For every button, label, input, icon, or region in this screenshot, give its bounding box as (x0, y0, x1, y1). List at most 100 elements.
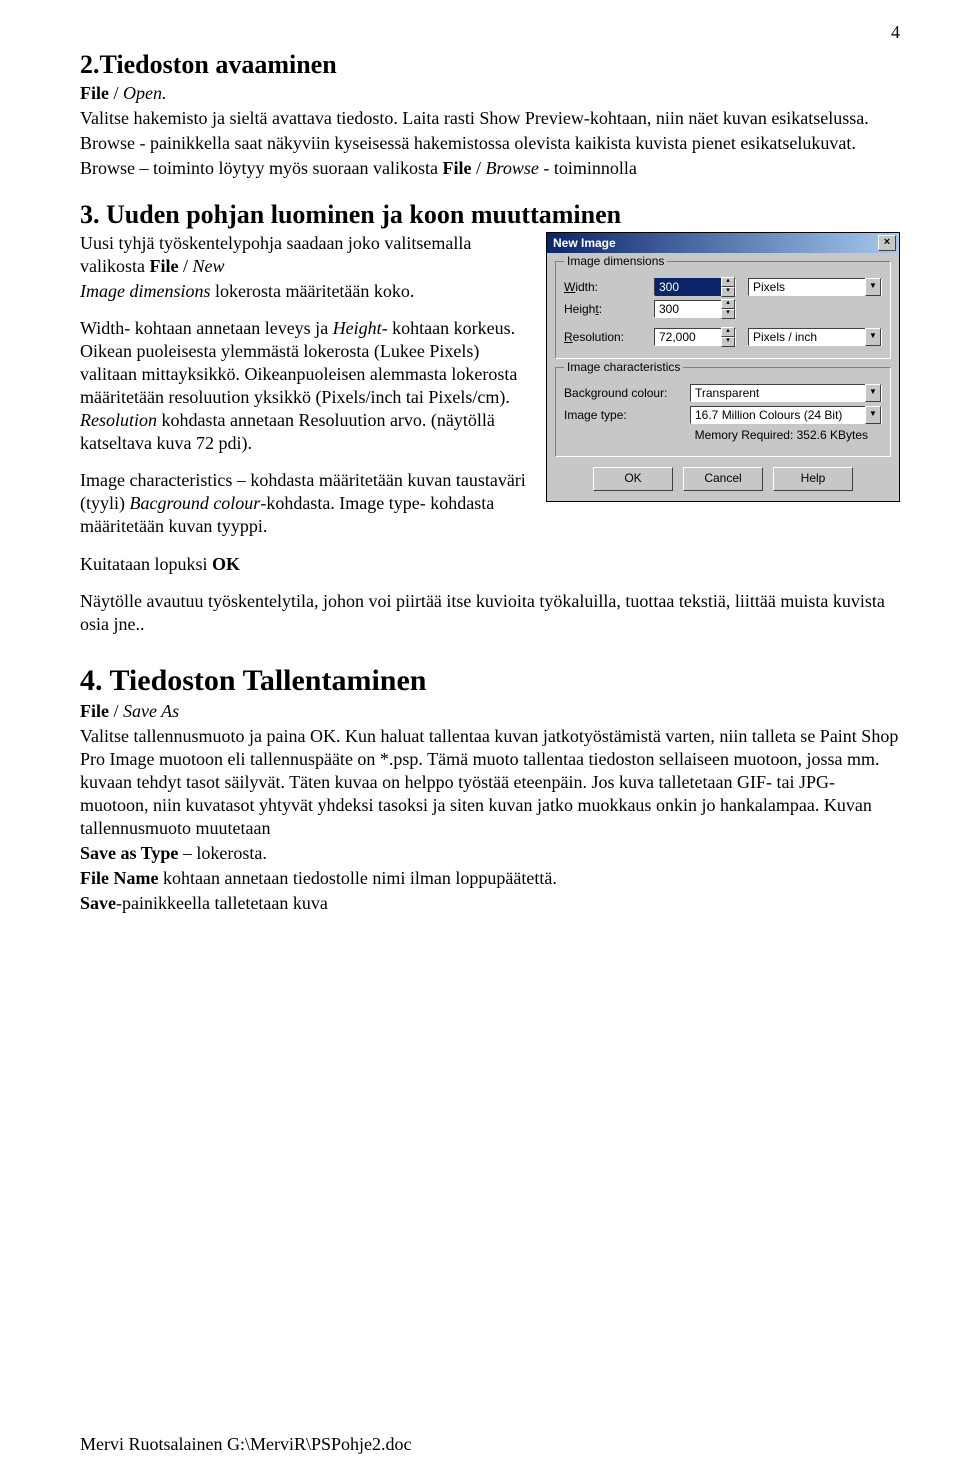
sec3-p2-rest: lokerosta määritetään koko. (210, 281, 414, 301)
chevron-down-icon-2[interactable]: ▼ (865, 328, 881, 346)
image-dimensions-group: Image dimensions Width: 300 ▴▾ Pixels ▼ … (555, 261, 891, 359)
resolution-unit-select[interactable]: Pixels / inch ▼ (748, 328, 882, 346)
group-legend-dims: Image dimensions (564, 254, 667, 268)
width-value: 300 (655, 278, 721, 296)
sec3-p3-italic2: Resolution (80, 410, 157, 430)
bg-colour-label: Background colour: (564, 386, 690, 400)
sec2-p3-sep: / (471, 158, 485, 178)
resolution-label: Resolution: (564, 330, 654, 344)
sec3-p1a: Uusi tyhjä työskentelypohja saadaan joko… (80, 233, 471, 276)
sec4-file-bold: File (80, 701, 114, 721)
sep: / (109, 83, 123, 103)
sec3-p5: Kuitataan lopuksi OK (80, 553, 532, 576)
resolution-unit-value: Pixels / inch (749, 328, 865, 346)
sec4-p2-rest: – lokerosta. (178, 843, 266, 863)
bg-colour-row: Background colour: Transparent ▼ (564, 384, 882, 402)
width-spinner[interactable]: 300 ▴▾ (654, 278, 736, 296)
sec3-p1-italic: New (193, 256, 225, 276)
sec3-p3a: Width- kohtaan annetaan leveys ja (80, 318, 333, 338)
blank-line-3 (80, 541, 532, 551)
sec4-saveas-italic: Save As (123, 701, 179, 721)
sec2-p3-italic: Browse (486, 158, 544, 178)
sec2-p3a: Browse – toiminto löytyy myös suoraan va… (80, 158, 442, 178)
sec4-p2: Save as Type – lokerosta. (80, 842, 900, 865)
sec2-p3: Browse – toiminto löytyy myös suoraan va… (80, 157, 900, 180)
ok-button[interactable]: OK (593, 467, 673, 491)
section-4-title: 4. Tiedoston Tallentaminen (80, 664, 900, 698)
blank-line-2 (80, 457, 532, 467)
sec4-p4-rest: -painikkeella talletetaan kuva (116, 893, 328, 913)
sec3-p5a: Kuitataan lopuksi (80, 554, 212, 574)
sec3-p4: Image characteristics – kohdasta määrite… (80, 469, 532, 538)
open-italic: Open. (123, 83, 167, 103)
chevron-down-icon[interactable]: ▼ (865, 278, 881, 296)
sec2-p2: Browse - painikkella saat näkyviin kysei… (80, 132, 900, 155)
bg-colour-select[interactable]: Transparent ▼ (690, 384, 882, 402)
sec3-p2-italic: Image dimensions (80, 281, 210, 301)
image-characteristics-group: Image characteristics Background colour:… (555, 367, 891, 457)
group-legend-chars: Image characteristics (564, 360, 683, 374)
sec3-p1: Uusi tyhjä työskentelypohja saadaan joko… (80, 232, 532, 278)
cancel-button[interactable]: Cancel (683, 467, 763, 491)
dialog-title: New Image (553, 236, 616, 250)
section-2-title: 2.Tiedoston avaaminen (80, 50, 900, 80)
height-spinner[interactable]: 300 ▴▾ (654, 300, 736, 318)
sec4-p3-rest: kohtaan annetaan tiedostolle nimi ilman … (158, 868, 556, 888)
sec3-p1-bold: File (150, 256, 179, 276)
resolution-value: 72,000 (655, 328, 721, 346)
width-unit-value: Pixels (749, 278, 865, 296)
sec2-p1: Valitse hakemisto ja sieltä avattava tie… (80, 107, 900, 130)
height-row: Height: 300 ▴▾ (564, 300, 882, 318)
dialog-button-row: OK Cancel Help (547, 463, 899, 501)
page-number: 4 (891, 22, 900, 43)
bg-colour-value: Transparent (691, 384, 865, 402)
width-label: Width: (564, 280, 654, 294)
sec4-p3-bold: File Name (80, 868, 158, 888)
sec3-p6: Näytölle avautuu työskentelytila, johon … (80, 590, 900, 636)
sec3-p4-italic: Bacground colour (130, 493, 261, 513)
sec3-p1-sep: / (179, 256, 193, 276)
width-unit-select[interactable]: Pixels ▼ (748, 278, 882, 296)
blank-line-4 (80, 578, 900, 588)
width-row: Width: 300 ▴▾ Pixels ▼ (564, 278, 882, 296)
close-icon[interactable]: × (878, 235, 896, 251)
memory-required: Memory Required: 352.6 KBytes (564, 428, 882, 448)
spinner-arrows-icon[interactable]: ▴▾ (721, 277, 735, 297)
sec4-p2-bold: Save as Type (80, 843, 178, 863)
sec2-p3b: - toiminnolla (543, 158, 637, 178)
page-footer: Mervi Ruotsalainen G:\MerviR\PSPohje2.do… (80, 1434, 411, 1455)
chevron-down-icon-3[interactable]: ▼ (865, 384, 881, 402)
sec4-p3: File Name kohtaan annetaan tiedostolle n… (80, 867, 900, 890)
sec2-file-open: File / Open. (80, 82, 900, 105)
image-type-row: Image type: 16.7 Million Colours (24 Bit… (564, 406, 882, 424)
sec4-file-saveas: File / Save As (80, 700, 900, 723)
left-column: Uusi tyhjä työskentelypohja saadaan joko… (80, 232, 532, 577)
height-value: 300 (655, 300, 721, 318)
image-type-label: Image type: (564, 408, 690, 422)
sec3-p2: Image dimensions lokerosta määritetään k… (80, 280, 532, 303)
sec3-p5-bold: OK (212, 554, 240, 574)
sec4-p4: Save-painikkeella talletetaan kuva (80, 892, 900, 915)
height-label: Height: (564, 302, 654, 316)
dialog-titlebar[interactable]: New Image × (547, 233, 899, 253)
resolution-row: Resolution: 72,000 ▴▾ Pixels / inch ▼ (564, 328, 882, 346)
blank-line (80, 305, 532, 315)
chevron-down-icon-4[interactable]: ▼ (865, 406, 881, 424)
two-column-layout: Uusi tyhjä työskentelypohja saadaan joko… (80, 232, 900, 577)
document-page: 4 2.Tiedoston avaaminen File / Open. Val… (0, 0, 960, 1483)
help-button[interactable]: Help (773, 467, 853, 491)
section-3-title: 3. Uuden pohjan luominen ja koon muuttam… (80, 200, 900, 230)
resolution-spinner[interactable]: 72,000 ▴▾ (654, 328, 736, 346)
sec4-p1: Valitse tallennusmuoto ja paina OK. Kun … (80, 725, 900, 840)
sec2-p3-bold: File (442, 158, 471, 178)
sec3-p3-italic: Height (333, 318, 382, 338)
sec4-p4-bold: Save (80, 893, 116, 913)
new-image-dialog: New Image × Image dimensions Width: 300 … (546, 232, 900, 502)
spinner-arrows-icon-2[interactable]: ▴▾ (721, 299, 735, 319)
sec3-p3: Width- kohtaan annetaan leveys ja Height… (80, 317, 532, 455)
file-bold: File (80, 83, 109, 103)
spinner-arrows-icon-3[interactable]: ▴▾ (721, 327, 735, 347)
image-type-value: 16.7 Million Colours (24 Bit) (691, 406, 865, 424)
sec4-sep: / (114, 701, 124, 721)
image-type-select[interactable]: 16.7 Million Colours (24 Bit) ▼ (690, 406, 882, 424)
